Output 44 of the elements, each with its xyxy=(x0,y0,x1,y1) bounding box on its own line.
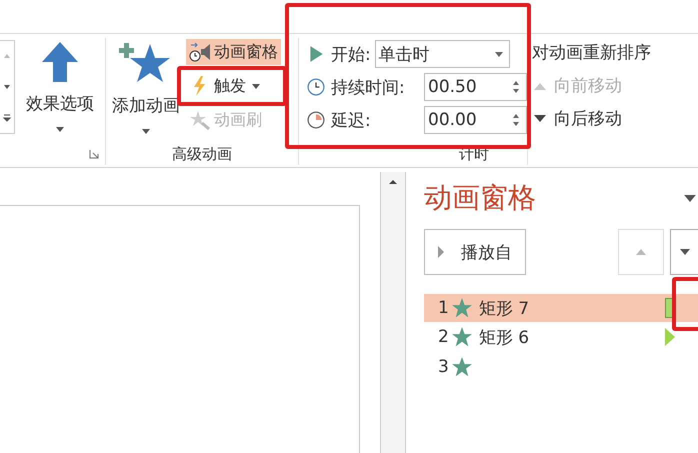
down-triangle-icon xyxy=(534,114,546,122)
star-icon xyxy=(450,356,473,378)
caret-icon xyxy=(494,52,503,56)
up-triangle-icon xyxy=(534,82,546,90)
animation-list-item[interactable]: 1 矩形 7 xyxy=(424,294,698,322)
play-from-button[interactable]: 播放自 xyxy=(424,229,526,275)
star-icon xyxy=(450,297,473,319)
start-dropdown[interactable]: 单击时 xyxy=(374,40,510,68)
down-triangle-icon xyxy=(680,249,690,255)
play-icon xyxy=(437,245,445,259)
up-arrow-icon xyxy=(40,40,80,84)
caret-icon xyxy=(56,127,64,132)
duration-spinbox[interactable]: 00.50 xyxy=(424,73,527,101)
ribbon-button[interactable]: 动画窗格 xyxy=(186,39,281,65)
star-brush-icon xyxy=(189,109,211,131)
field-label: 延迟: xyxy=(331,110,372,132)
clock-icon xyxy=(307,78,325,96)
move-down-button[interactable] xyxy=(670,229,698,275)
delay-spinbox[interactable]: 00.00 xyxy=(424,106,527,134)
field-label: 持续时间: xyxy=(331,76,406,98)
ribbon-button[interactable]: 触发 xyxy=(186,73,263,99)
more-icon[interactable] xyxy=(2,112,12,123)
star-icon xyxy=(450,326,473,348)
timeline-triangle-icon xyxy=(665,327,675,347)
delay-clock-icon xyxy=(307,111,325,129)
gallery-scrollbar[interactable] xyxy=(0,40,15,134)
vertical-scrollbar[interactable] xyxy=(380,172,406,453)
field-label: 开始: xyxy=(331,44,371,66)
group-label: 高级动画 xyxy=(171,146,233,165)
dialog-launcher-icon[interactable] xyxy=(89,149,99,159)
spin-arrows-icon[interactable] xyxy=(512,112,520,128)
caret-icon[interactable] xyxy=(684,194,696,202)
move-button[interactable]: 向后移动 xyxy=(528,107,698,130)
pane-title: 动画窗格 xyxy=(424,180,536,216)
spin-arrows-icon[interactable] xyxy=(512,79,520,95)
scroll-up-icon[interactable] xyxy=(388,178,398,186)
section-title: 对动画重新排序 xyxy=(532,42,652,64)
clock-speaker-icon xyxy=(189,41,211,63)
animation-list-item[interactable]: 2 矩形 6 xyxy=(424,322,698,352)
effect-options-button[interactable]: 效果选项 xyxy=(26,38,94,132)
caret-icon xyxy=(252,84,260,88)
animation-list-item[interactable]: 3 xyxy=(424,352,698,382)
caret-icon xyxy=(142,129,150,134)
up-triangle-icon xyxy=(636,249,646,255)
